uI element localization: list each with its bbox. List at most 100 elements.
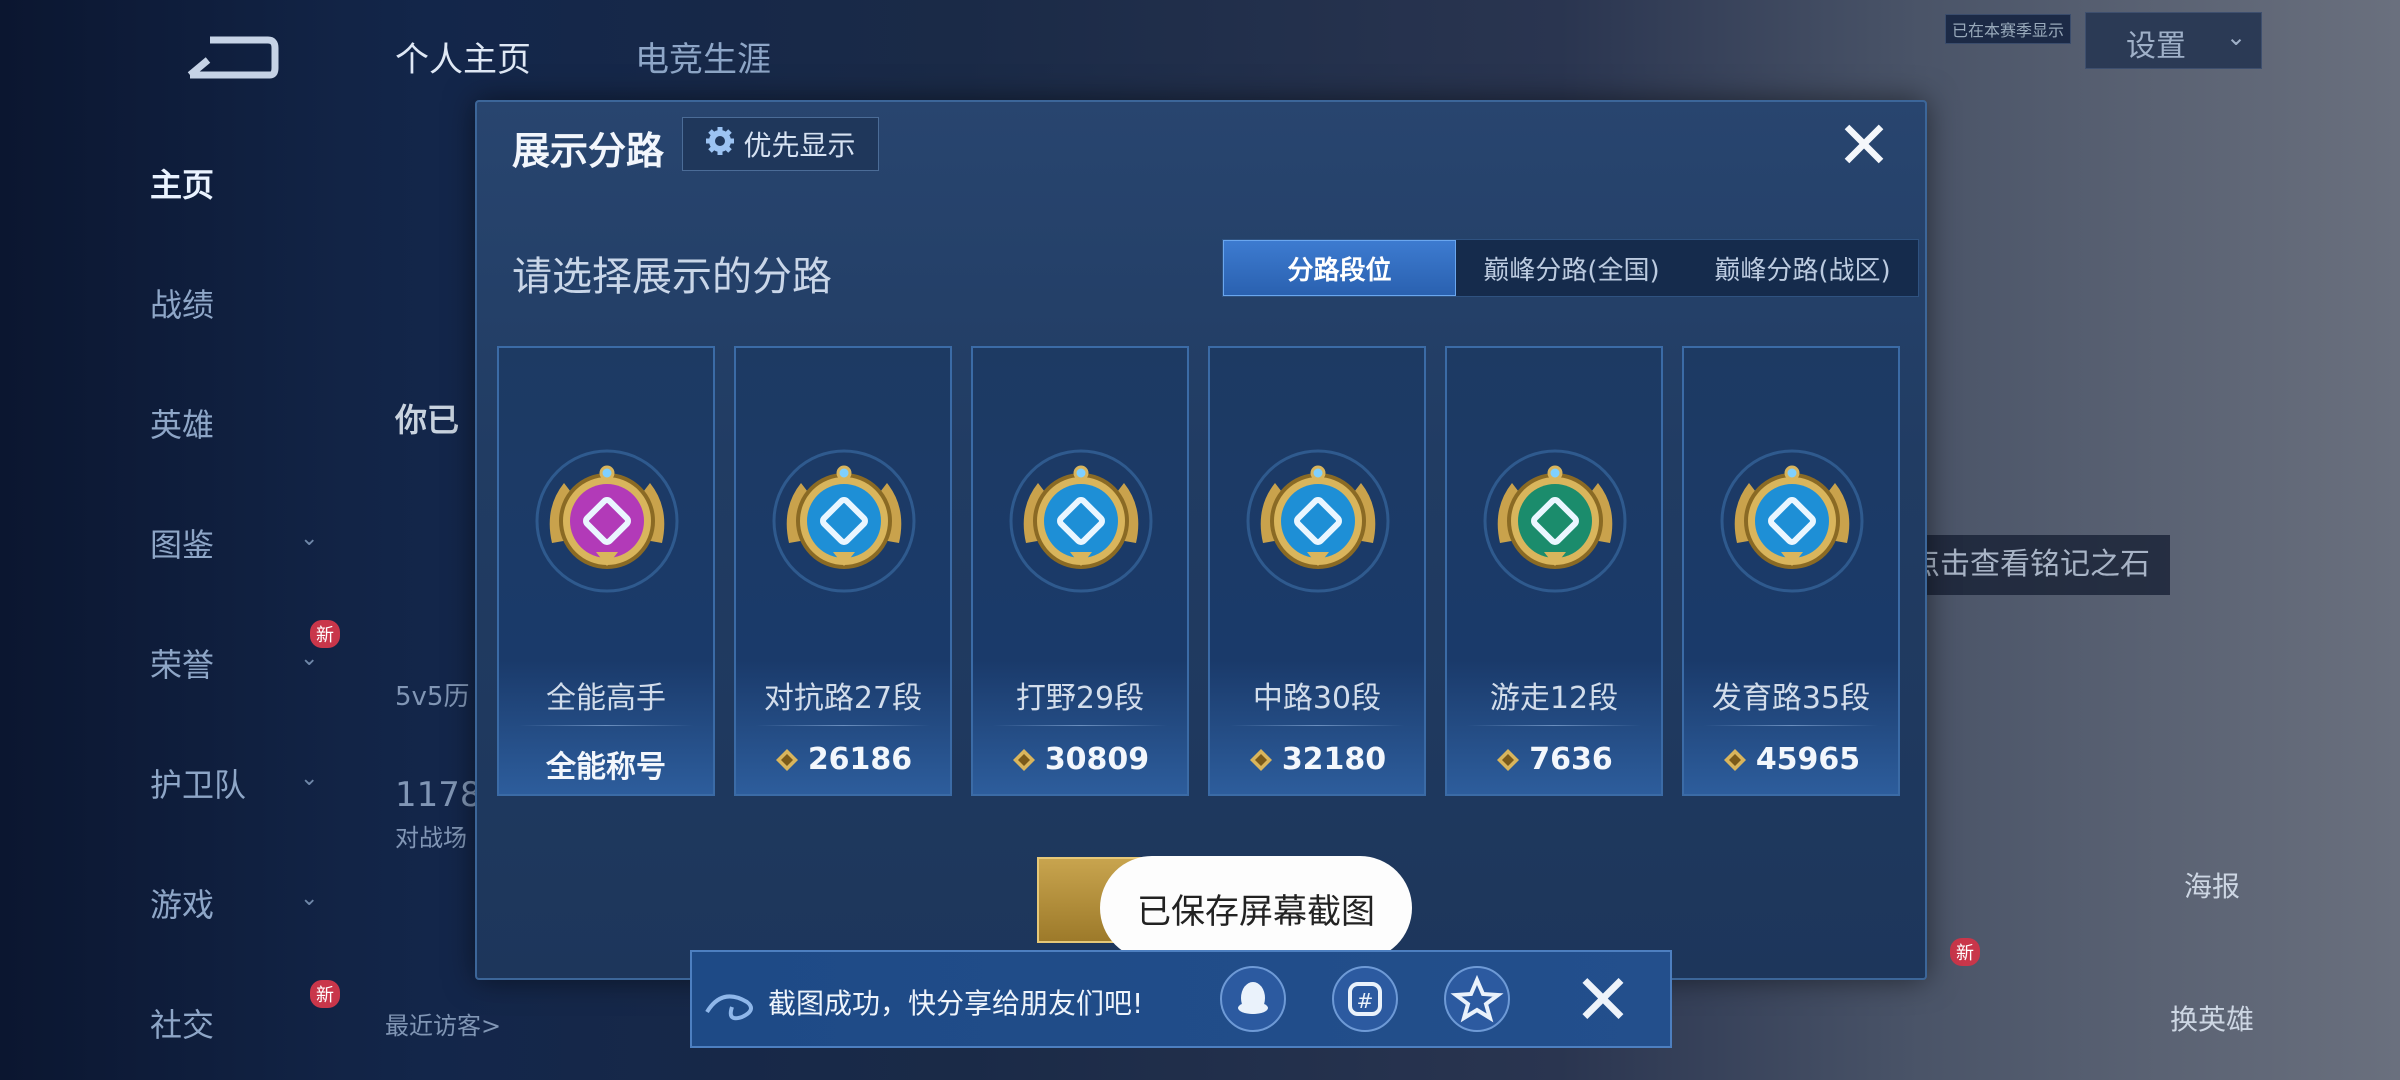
modal-title: 展示分路 <box>512 129 665 173</box>
select-prompt: 请选择展示的分路 <box>512 254 832 300</box>
sidebar-item-label: 战绩 <box>150 286 215 324</box>
sidebar-item-label: 荣誉 <box>150 646 215 684</box>
divider <box>756 725 930 726</box>
rank-points-icon <box>1497 748 1520 771</box>
lane-card[interactable]: 发育路35段 45965 <box>1682 346 1900 796</box>
lane-name: 对抗路27段 <box>763 681 923 716</box>
lane-score-row: 30809 <box>973 742 1187 777</box>
poster-label[interactable]: 海报 <box>2152 865 2272 905</box>
divider <box>519 725 693 726</box>
sidebar-item-label: 社交 <box>150 1006 215 1044</box>
sidebar-item-label: 游戏 <box>150 886 215 924</box>
lane-tabs: 分路段位 巅峰分路(全国) 巅峰分路(战区) <box>1222 239 1919 297</box>
lane-score: 45965 <box>1755 742 1861 777</box>
priority-label: 优先显示 <box>743 129 856 162</box>
sidebar-item-1[interactable]: 战绩 <box>150 280 300 326</box>
inscription-hint[interactable]: 点击查看铭记之石 <box>1890 535 2170 595</box>
divider <box>1230 725 1404 726</box>
chevron-down-icon: ⌄ <box>300 646 319 671</box>
share-close-icon[interactable]: ✕ <box>1567 960 1639 1040</box>
back-arrow-icon[interactable] <box>180 30 280 90</box>
wechat-moments-icon[interactable]: # <box>1332 966 1398 1032</box>
share-bar: 截图成功，快分享给朋友们吧! # ✕ <box>690 950 1672 1048</box>
lane-score: 32180 <box>1281 742 1387 777</box>
lane-card[interactable]: 游走12段 7636 <box>1445 346 1663 796</box>
lane-display-modal: 展示分路 优先显示 ✕ 请选择展示的分路 分路段位 巅峰分路(全国) 巅峰分路(… <box>475 100 1927 980</box>
new-badge: 新 <box>310 980 340 1008</box>
chevron-down-icon: ⌄ <box>2226 23 2247 51</box>
jungle-icon <box>1009 449 1153 593</box>
screenshot-saved-toast: 已保存屏幕截图 <box>1100 856 1412 960</box>
sidebar-item-label: 主页 <box>150 166 215 204</box>
swirl-icon <box>705 994 753 1021</box>
all-round-icon <box>535 449 679 593</box>
sidebar-item-4[interactable]: 荣誉 ⌄ 新 <box>150 620 340 686</box>
lane-name: 中路30段 <box>1252 681 1382 716</box>
lane-score: 30809 <box>1044 742 1150 777</box>
lane-name: 游走12段 <box>1489 681 1619 716</box>
lane-card[interactable]: 对抗路27段 26186 <box>734 346 952 796</box>
rank-points-icon <box>775 748 798 771</box>
sidebar-item-7[interactable]: 社交 新 <box>150 980 340 1046</box>
tab-esports-career[interactable]: 电竞生涯 <box>635 32 771 81</box>
mid-lane-icon <box>1246 449 1390 593</box>
sidebar-item-0[interactable]: 主页 <box>150 160 300 206</box>
settings-dropdown[interactable]: 设置 ⌄ <box>2085 12 2262 69</box>
sidebar-item-2[interactable]: 英雄 <box>150 400 300 446</box>
sidebar-item-label: 护卫队 <box>150 766 247 804</box>
lane-card[interactable]: 打野29段 30809 <box>971 346 1189 796</box>
qq-icon[interactable] <box>1220 966 1286 1032</box>
sidebar-item-5[interactable]: 护卫队 ⌄ <box>150 760 318 806</box>
rank-points-icon <box>1012 748 1035 771</box>
rank-points-icon <box>1249 748 1272 771</box>
lane-score-row: 45965 <box>1684 742 1898 777</box>
gear-icon <box>705 126 735 163</box>
sidebar-item-label: 图鉴 <box>150 526 215 564</box>
tab-profile[interactable]: 个人主页 <box>395 32 531 81</box>
chevron-down-icon: ⌄ <box>300 766 319 791</box>
lane-name: 打野29段 <box>1015 681 1145 716</box>
chevron-down-icon: ⌄ <box>300 886 319 911</box>
lane-score: 26186 <box>807 742 913 777</box>
qzone-icon[interactable] <box>1444 966 1510 1032</box>
tab-lane-rank[interactable]: 分路段位 <box>1223 240 1456 296</box>
lane-card[interactable]: 中路30段 32180 <box>1208 346 1426 796</box>
sidebar-item-3[interactable]: 图鉴 ⌄ <box>150 520 318 566</box>
lane-score-row: 32180 <box>1210 742 1424 777</box>
close-icon[interactable]: ✕ <box>1832 113 1896 179</box>
change-hero-label[interactable]: 换英雄 <box>2152 998 2272 1038</box>
season-display-tag: 已在本赛季显示 <box>1945 14 2072 44</box>
lane-score-row: 7636 <box>1447 742 1661 777</box>
sidebar: 主页 战绩 英雄 图鉴 ⌄ 荣誉 ⌄ 新护卫队 ⌄ 游戏 ⌄ 社交新 <box>0 0 350 1080</box>
tab-peak-national[interactable]: 巅峰分路(全国) <box>1456 240 1687 296</box>
new-badge: 新 <box>1950 938 1980 966</box>
lane-score: 7636 <box>1529 742 1613 777</box>
tab-peak-region[interactable]: 巅峰分路(战区) <box>1687 240 1918 296</box>
clash-lane-icon <box>772 449 916 593</box>
farm-lane-icon <box>1720 449 1864 593</box>
share-prompt-text: 截图成功，快分享给朋友们吧! <box>768 987 1144 1020</box>
player-name-partial: 你已 <box>395 401 460 439</box>
svg-text:#: # <box>1357 989 1374 1013</box>
history-label: 5v5历 <box>395 682 470 712</box>
lane-name: 发育路35段 <box>1711 681 1871 716</box>
lane-score: 全能称号 <box>546 750 666 785</box>
lane-card[interactable]: 全能高手 全能称号 <box>497 346 715 796</box>
recent-visitors-link[interactable]: 最近访客> <box>385 1006 501 1041</box>
sidebar-item-label: 英雄 <box>150 406 215 444</box>
divider <box>1704 725 1878 726</box>
lane-score-row: 全能称号 <box>499 742 713 786</box>
settings-label: 设置 <box>2126 29 2186 64</box>
divider <box>993 725 1167 726</box>
match-count: 1178 <box>395 775 482 815</box>
roam-icon <box>1483 449 1627 593</box>
rank-points-icon <box>1723 748 1746 771</box>
sidebar-item-6[interactable]: 游戏 ⌄ <box>150 880 318 926</box>
match-label: 对战场 <box>395 824 467 852</box>
priority-display-button[interactable]: 优先显示 <box>682 117 879 171</box>
new-badge: 新 <box>310 620 340 648</box>
lane-score-row: 26186 <box>736 742 950 777</box>
divider <box>1467 725 1641 726</box>
lane-name: 全能高手 <box>546 681 666 716</box>
chevron-down-icon: ⌄ <box>300 526 319 551</box>
